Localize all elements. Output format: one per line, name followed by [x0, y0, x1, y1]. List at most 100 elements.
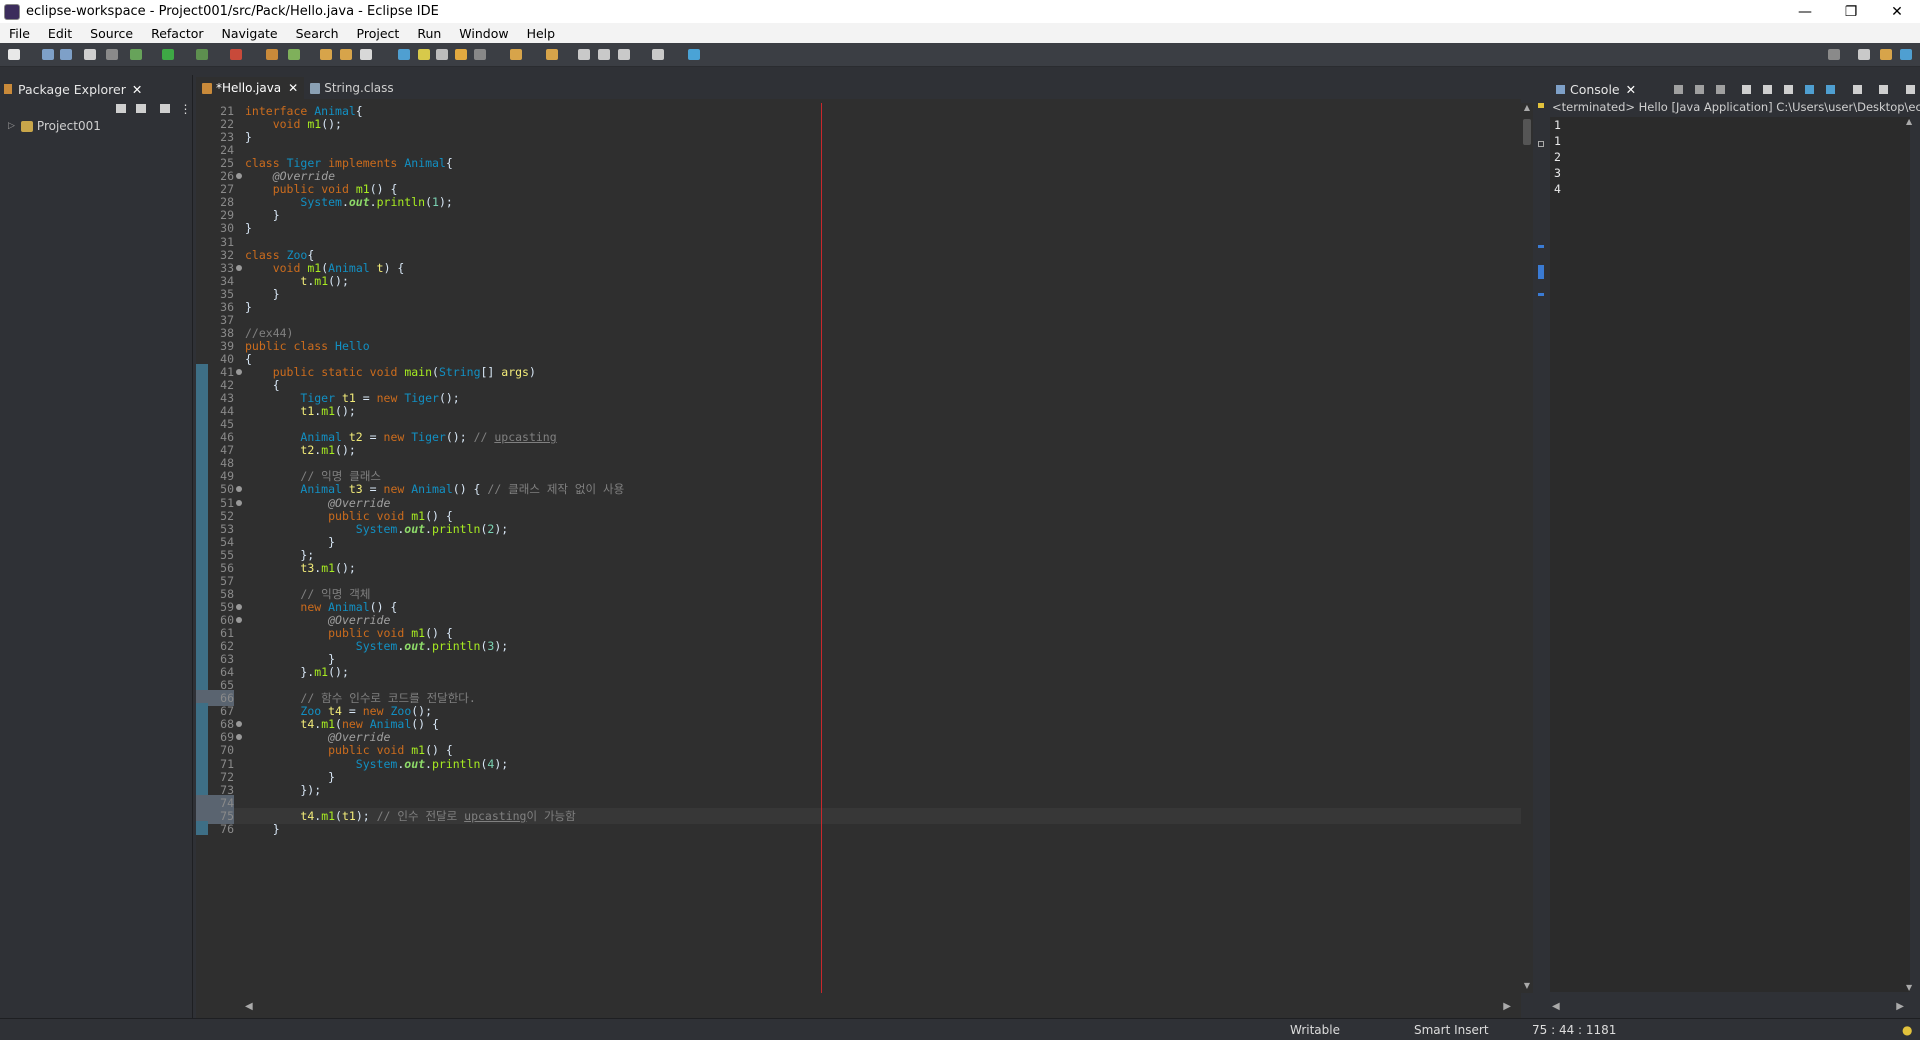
pin-editor-icon[interactable] [688, 49, 700, 60]
fold-toggle-icon[interactable] [236, 603, 242, 610]
run-icon[interactable] [162, 49, 174, 60]
debug-perspective-icon[interactable] [1900, 49, 1912, 60]
fold-toggle-icon[interactable] [236, 369, 242, 375]
console-horizontal-scrollbar[interactable]: ◀ ▶ [1552, 1001, 1904, 1013]
external-tools-icon[interactable] [230, 49, 242, 60]
fold-toggle-icon[interactable] [236, 173, 242, 180]
occurrence-marker[interactable] [1538, 265, 1544, 279]
scroll-thumb[interactable] [1523, 119, 1531, 145]
open-console-icon[interactable] [1852, 85, 1862, 94]
clear-console-icon[interactable] [1742, 85, 1752, 94]
tab-console[interactable]: Console ✕ [1556, 79, 1636, 99]
console-output[interactable]: 1 1 2 3 4 [1550, 117, 1910, 992]
scroll-right-arrow[interactable]: ▶ [1503, 1001, 1511, 1012]
new-icon[interactable] [8, 49, 20, 60]
debug-icon[interactable] [130, 49, 142, 60]
next-annotation-icon[interactable] [510, 49, 522, 60]
fold-toggle-icon[interactable] [236, 721, 242, 728]
print-icon[interactable] [84, 49, 96, 60]
status-cursor-position[interactable]: 75 : 44 : 1181 [1532, 1023, 1616, 1037]
link-with-editor-icon[interactable] [135, 104, 146, 113]
search-icon[interactable] [1828, 49, 1840, 60]
focus-icon[interactable] [159, 104, 170, 113]
warning-marker[interactable] [1538, 103, 1544, 108]
view-menu-icon[interactable]: ⋮ [179, 102, 191, 116]
menu-navigate[interactable]: Navigate [213, 26, 287, 41]
close-icon[interactable]: ✕ [1626, 82, 1636, 97]
minimize-button[interactable]: — [1782, 0, 1828, 23]
menu-project[interactable]: Project [348, 26, 409, 41]
menu-file[interactable]: File [0, 26, 39, 41]
code-line[interactable]: 76 } [196, 820, 1521, 837]
scroll-down-arrow[interactable]: ▼ [1521, 981, 1533, 993]
scroll-up-arrow[interactable]: ▲ [1906, 117, 1912, 126]
save-icon[interactable] [42, 49, 54, 60]
open-task-icon[interactable] [340, 49, 352, 60]
pin-console-icon[interactable] [1804, 85, 1814, 94]
back-icon[interactable] [598, 49, 610, 60]
restore-button[interactable]: ❐ [1828, 0, 1874, 23]
new-package-icon[interactable] [288, 49, 300, 60]
editor-vertical-scrollbar[interactable]: ▲ ▼ [1521, 103, 1533, 993]
console-vertical-scrollbar[interactable]: ▲ ▼ [1906, 117, 1918, 992]
collapse-all-icon[interactable] [116, 104, 126, 113]
scroll-left-arrow[interactable]: ◀ [1552, 1001, 1560, 1012]
word-wrap-icon[interactable] [474, 49, 486, 60]
block-selection-icon[interactable] [436, 49, 448, 60]
tab-hello-java[interactable]: *Hello.java ✕ [196, 77, 305, 99]
menu-edit[interactable]: Edit [39, 26, 81, 41]
scroll-right-arrow[interactable]: ▶ [1896, 1001, 1904, 1012]
notification-icon[interactable]: ● [1902, 1023, 1912, 1037]
previous-annotation-icon[interactable] [546, 49, 558, 60]
open-perspective-icon[interactable] [1858, 49, 1870, 60]
search-tool-icon[interactable] [360, 49, 372, 60]
remove-all-icon[interactable] [1715, 85, 1725, 94]
navigate-forward-icon[interactable] [652, 49, 664, 60]
fold-toggle-icon[interactable] [236, 616, 242, 623]
menu-help[interactable]: Help [518, 26, 565, 41]
code-editor[interactable]: 21 interface Animal{22 void m1(); 23} 24 25 c… [196, 103, 1521, 993]
fold-toggle-icon[interactable] [236, 499, 242, 506]
word-wrap-console-icon[interactable] [1784, 85, 1794, 94]
scroll-left-arrow[interactable]: ◀ [245, 1001, 253, 1012]
chevron-right-icon[interactable]: ▷ [8, 121, 15, 131]
show-whitespace-icon[interactable] [455, 49, 467, 60]
console-new-icon[interactable] [1879, 85, 1889, 94]
close-icon[interactable]: ✕ [288, 81, 298, 95]
editor-horizontal-scrollbar[interactable]: ◀ ▶ [245, 1001, 1511, 1013]
fold-toggle-icon[interactable] [236, 734, 242, 741]
menu-window[interactable]: Window [450, 26, 517, 41]
fold-toggle-icon[interactable] [236, 264, 242, 271]
menu-search[interactable]: Search [287, 26, 348, 41]
scroll-up-arrow[interactable]: ▲ [1521, 103, 1533, 115]
annotation-marker[interactable] [1538, 141, 1544, 147]
menu-run[interactable]: Run [408, 26, 450, 41]
close-window-button[interactable]: ✕ [1874, 0, 1920, 23]
status-insert-mode[interactable]: Smart Insert [1414, 1023, 1489, 1037]
fold-toggle-icon[interactable] [236, 486, 242, 493]
remove-launch-icon[interactable] [1694, 85, 1704, 94]
coverage-icon[interactable] [196, 49, 208, 60]
minimize-panel-icon[interactable] [1906, 85, 1916, 94]
terminate-icon[interactable] [1674, 85, 1683, 94]
occurrence-marker[interactable] [1538, 293, 1544, 296]
display-selected-icon[interactable] [1825, 85, 1835, 94]
scroll-lock-icon[interactable] [1763, 85, 1773, 94]
skip-breakpoints-icon[interactable] [106, 49, 118, 60]
toggle-highlight-icon[interactable] [418, 49, 430, 60]
menu-refactor[interactable]: Refactor [142, 26, 212, 41]
last-edit-icon[interactable] [578, 49, 590, 60]
save-all-icon[interactable] [60, 49, 72, 60]
open-type-icon[interactable] [320, 49, 332, 60]
occurrence-marker[interactable] [1538, 245, 1544, 248]
menu-source[interactable]: Source [81, 26, 142, 41]
overview-ruler[interactable] [1537, 75, 1545, 1018]
new-java-project-icon[interactable] [266, 49, 278, 60]
toggle-mark-occurrences-icon[interactable] [398, 49, 410, 60]
forward-icon[interactable] [618, 49, 630, 60]
scroll-down-arrow[interactable]: ▼ [1906, 983, 1912, 992]
tree-item-project[interactable]: ▷ Project001 [8, 119, 101, 133]
close-icon[interactable]: ✕ [132, 82, 142, 97]
tab-string-class[interactable]: String.class [304, 77, 399, 99]
tab-package-explorer[interactable]: Package Explorer ✕ [4, 79, 142, 99]
